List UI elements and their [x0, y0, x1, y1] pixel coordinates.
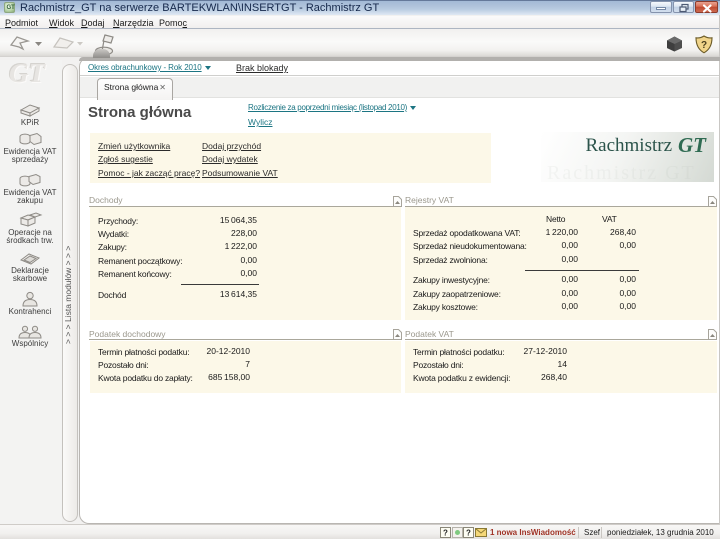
svg-text:?: ?: [701, 40, 707, 51]
svg-text:?: ?: [443, 529, 448, 538]
svg-text:?: ?: [466, 529, 471, 538]
